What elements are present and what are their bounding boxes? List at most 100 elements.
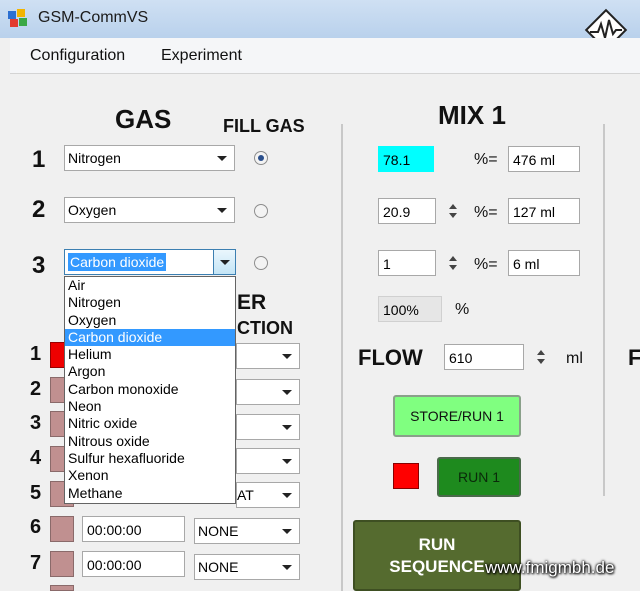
dropdown-option-carbon-dioxide[interactable]: Carbon dioxide (65, 328, 235, 347)
chevron-down-icon (282, 493, 292, 498)
app-icon (8, 9, 28, 29)
sequence-row-6-status (50, 516, 74, 542)
fill-gas-radio-2[interactable] (254, 204, 268, 218)
flow-input-value: 610 (449, 350, 473, 366)
watermark: www.fmigmbh.de (485, 558, 615, 577)
mix-ml-2-value: 127 ml (513, 204, 556, 220)
sequence-row-5-number: 5 (30, 482, 42, 504)
mix-percent-3-spinner[interactable] (444, 250, 462, 276)
chevron-down-icon (217, 208, 227, 213)
mix-percent-2[interactable]: 20.9 (378, 198, 436, 224)
gas-select-1-value: Nitrogen (68, 150, 121, 166)
run-sequence-label-1: RUN (418, 534, 456, 554)
mix-equals-3: %= (474, 256, 498, 273)
dropdown-option-nitrogen[interactable]: Nitrogen (65, 294, 235, 311)
sequence-time-6[interactable]: 00:00:00 (82, 516, 185, 542)
chevron-down-icon (217, 156, 227, 161)
mix-percent-1[interactable]: 78.1 (378, 146, 434, 172)
mix-ml-3-value: 6 ml (513, 256, 540, 272)
sequence-action-6-value: NONE (198, 523, 239, 539)
sequence-time-7-value: 00:00:00 (87, 557, 142, 573)
sequence-row-8-status (50, 585, 74, 591)
menu-configuration[interactable]: Configuration (30, 47, 125, 65)
next-flow-label: F (628, 345, 640, 370)
flow-input[interactable]: 610 (444, 344, 524, 370)
chevron-down-icon (282, 529, 292, 534)
mix-total-value: 100% (383, 302, 419, 318)
gas-select-3-value: Carbon dioxide (68, 253, 167, 271)
run-sequence-label-2: SEQUENCE (389, 556, 485, 576)
menu-experiment[interactable]: Experiment (161, 47, 242, 65)
gas-select-2-value: Oxygen (68, 202, 117, 218)
fill-gas-heading: FILL GAS (223, 116, 305, 136)
run-sequence-button[interactable]: RUN SEQUENCE (353, 520, 521, 591)
chevron-down-icon (220, 260, 230, 265)
chevron-down-icon (282, 390, 292, 395)
run-button[interactable]: RUN 1 (437, 457, 521, 497)
mix-percent-2-spinner[interactable] (444, 198, 462, 224)
sequence-action-5-value: AT (237, 487, 254, 503)
gas-heading: GAS (115, 104, 172, 134)
sequence-row-3-number: 3 (30, 412, 42, 434)
sequence-action-7-value: NONE (198, 559, 239, 575)
flow-unit: ml (566, 350, 583, 367)
fill-gas-radio-3[interactable] (254, 256, 268, 270)
window-title: GSM-CommVS (38, 9, 149, 26)
sequence-action-7[interactable]: NONE (194, 554, 300, 580)
sequence-heading-part2: CTION (237, 318, 293, 338)
dropdown-option-methane[interactable]: Methane (65, 485, 235, 502)
mix-ml-1-value: 476 ml (513, 152, 556, 168)
sequence-row-6-number: 6 (30, 516, 42, 538)
mix-total-unit: % (455, 301, 470, 318)
gas-select-1[interactable]: Nitrogen (64, 145, 235, 171)
dropdown-option-nitric-oxide[interactable]: Nitric oxide (65, 415, 235, 432)
chevron-down-icon (282, 565, 292, 570)
flow-spinner[interactable] (532, 344, 550, 370)
gas-row-3-number: 3 (32, 252, 46, 279)
section-divider (341, 124, 343, 591)
mix-ml-1[interactable]: 476 ml (508, 146, 580, 172)
dropdown-option-nitrous-oxide[interactable]: Nitrous oxide (65, 433, 235, 450)
gas-row-2-number: 2 (32, 196, 46, 223)
mix-total: 100% (378, 296, 442, 322)
mix-equals-2: %= (474, 204, 498, 221)
dropdown-option-argon[interactable]: Argon (65, 363, 235, 380)
sequence-action-2[interactable] (236, 379, 300, 405)
dropdown-option-oxygen[interactable]: Oxygen (65, 312, 235, 329)
mix-ml-3[interactable]: 6 ml (508, 250, 580, 276)
sequence-time-6-value: 00:00:00 (87, 522, 142, 538)
sequence-row-7-number: 7 (30, 552, 42, 574)
gas-select-2[interactable]: Oxygen (64, 197, 235, 223)
sequence-row-1-number: 1 (30, 343, 42, 365)
sequence-time-7[interactable]: 00:00:00 (82, 551, 185, 577)
mix-percent-2-value: 20.9 (383, 204, 411, 220)
gas-row-1-number: 1 (32, 146, 46, 173)
mix-ml-2[interactable]: 127 ml (508, 198, 580, 224)
menu-bar: Configuration Experiment (10, 38, 640, 74)
store-run-button[interactable]: STORE/RUN 1 (393, 395, 521, 437)
dropdown-option-neon[interactable]: Neon (65, 398, 235, 415)
sequence-heading-part1: ER (237, 291, 267, 314)
sequence-row-2-number: 2 (30, 378, 42, 400)
mix-heading: MIX 1 (438, 100, 506, 130)
chevron-down-icon (282, 459, 292, 464)
sequence-action-5[interactable]: AT (236, 482, 300, 508)
section-divider (603, 124, 605, 496)
sequence-action-3[interactable] (236, 414, 300, 440)
dropdown-option-air[interactable]: Air (65, 277, 235, 294)
gas-select-3[interactable]: Carbon dioxide (64, 249, 236, 275)
dropdown-option-helium[interactable]: Helium (65, 346, 235, 363)
dropdown-option-sulfur-hexafluoride[interactable]: Sulfur hexafluoride (65, 450, 235, 467)
run-status-indicator (393, 463, 419, 489)
gas-dropdown-list: Air Nitrogen Oxygen Carbon dioxide Heliu… (64, 276, 236, 504)
sequence-action-4[interactable] (236, 448, 300, 474)
mix-percent-3-value: 1 (383, 256, 391, 272)
mix-percent-3[interactable]: 1 (378, 250, 436, 276)
sequence-action-6[interactable]: NONE (194, 518, 300, 544)
dropdown-option-xenon[interactable]: Xenon (65, 467, 235, 484)
chevron-down-icon (282, 425, 292, 430)
dropdown-option-carbon-monoxide[interactable]: Carbon monoxide (65, 381, 235, 398)
fill-gas-radio-1[interactable] (254, 151, 268, 165)
sequence-action-1[interactable] (236, 343, 300, 369)
dropdown-button[interactable] (213, 250, 235, 274)
